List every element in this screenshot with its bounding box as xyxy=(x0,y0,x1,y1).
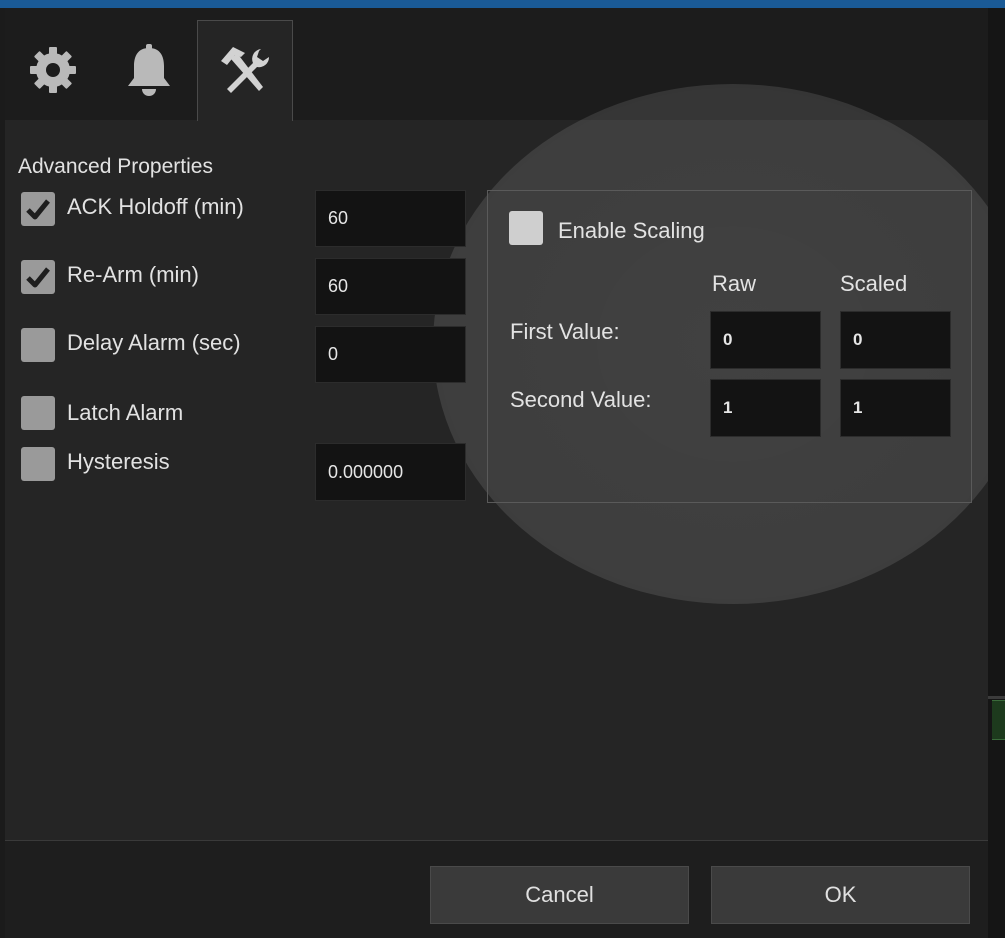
delay-alarm-label: Delay Alarm (sec) xyxy=(67,330,241,355)
first-value-scaled-input[interactable] xyxy=(840,311,951,369)
cancel-button[interactable]: Cancel xyxy=(430,866,689,924)
bell-icon xyxy=(128,44,170,96)
checkmark-icon xyxy=(26,267,50,288)
tab-general[interactable] xyxy=(5,20,101,120)
alarm-properties-dialog: Advanced Properties ACK Holdoff (min) Re… xyxy=(5,8,988,938)
rearm-checkbox[interactable] xyxy=(21,260,55,294)
ack-holdoff-label: ACK Holdoff (min) xyxy=(67,194,244,219)
latch-alarm-label: Latch Alarm xyxy=(67,400,184,425)
hysteresis-input[interactable] xyxy=(315,443,466,501)
raw-column-header: Raw xyxy=(712,271,757,296)
rearm-label: Re-Arm (min) xyxy=(67,262,199,287)
scaling-group: Enable Scaling Raw Scaled First Value: S… xyxy=(487,190,972,503)
first-value-raw-input[interactable] xyxy=(710,311,821,369)
status-indicator xyxy=(992,700,1005,740)
tab-alarm[interactable] xyxy=(101,20,197,120)
checkmark-icon xyxy=(26,199,50,220)
hysteresis-label: Hysteresis xyxy=(67,449,170,474)
scaled-column-header: Scaled xyxy=(840,271,908,296)
rearm-input[interactable] xyxy=(315,258,466,315)
window-top-accent-bar xyxy=(0,0,1005,8)
delay-alarm-checkbox[interactable] xyxy=(21,328,55,362)
ok-button[interactable]: OK xyxy=(711,866,970,924)
second-value-scaled-input[interactable] xyxy=(840,379,951,437)
advanced-properties-heading: Advanced Properties xyxy=(18,155,213,178)
first-value-label: First Value: xyxy=(510,319,620,344)
dialog-footer: Cancel OK xyxy=(5,840,988,938)
tab-strip xyxy=(5,8,988,121)
background-window-edge xyxy=(988,8,1005,938)
enable-scaling-checkbox[interactable] xyxy=(509,211,543,245)
tools-icon xyxy=(221,47,270,93)
latch-alarm-checkbox[interactable] xyxy=(21,396,55,430)
enable-scaling-label: Enable Scaling xyxy=(558,218,705,243)
ack-holdoff-input[interactable] xyxy=(315,190,466,247)
advanced-properties-panel: Advanced Properties ACK Holdoff (min) Re… xyxy=(5,120,988,840)
ack-holdoff-checkbox[interactable] xyxy=(21,192,55,226)
tab-advanced[interactable] xyxy=(197,20,293,121)
gear-icon xyxy=(30,47,76,93)
second-value-label: Second Value: xyxy=(510,387,652,412)
second-value-raw-input[interactable] xyxy=(710,379,821,437)
delay-alarm-input[interactable] xyxy=(315,326,466,383)
hysteresis-checkbox[interactable] xyxy=(21,447,55,481)
divider xyxy=(988,696,1005,699)
